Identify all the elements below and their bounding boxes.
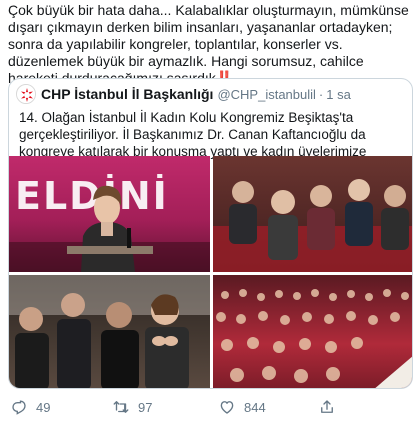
share-icon [321, 400, 333, 413]
quoted-tweet-card[interactable]: CHP İstanbul İl Başkanlığı @CHP_istanbul… [8, 78, 413, 389]
retweet-button[interactable]: 97 [112, 398, 152, 416]
quoted-author-handle[interactable]: @CHP_istanbulil [217, 87, 315, 102]
retweet-icon [113, 401, 129, 413]
photo-seated-women-audience[interactable] [213, 156, 412, 272]
photo-speaker-at-podium[interactable]: ELDİNİ [9, 156, 210, 272]
photo-applauding-attendees[interactable] [9, 275, 210, 388]
tweet-text: Çok büyük bir hata daha... Kalabalıklar … [8, 2, 413, 87]
like-button[interactable]: 844 [218, 398, 266, 416]
photo-congress-hall-audience[interactable] [213, 275, 412, 388]
quoted-tweet-header: CHP İstanbul İl Başkanlığı @CHP_istanbul… [16, 83, 351, 105]
quoted-timestamp[interactable]: 1 sa [326, 87, 351, 102]
photo-grid: ELDİNİ [9, 156, 412, 388]
retweet-count: 97 [138, 399, 153, 415]
tweet-body: Çok büyük bir hata daha... Kalabalıklar … [8, 2, 409, 86]
tweet-actions: 49 97 844 [0, 398, 419, 420]
reply-button[interactable]: 49 [10, 398, 50, 416]
chp-logo-avatar[interactable] [16, 84, 36, 104]
heart-icon [220, 401, 234, 414]
reply-count: 49 [36, 399, 51, 415]
quoted-author-name[interactable]: CHP İstanbul İl Başkanlığı [41, 86, 213, 102]
separator-dot: · [318, 86, 324, 102]
reply-icon [12, 400, 26, 415]
like-count: 844 [244, 399, 266, 415]
share-button[interactable] [318, 398, 344, 416]
